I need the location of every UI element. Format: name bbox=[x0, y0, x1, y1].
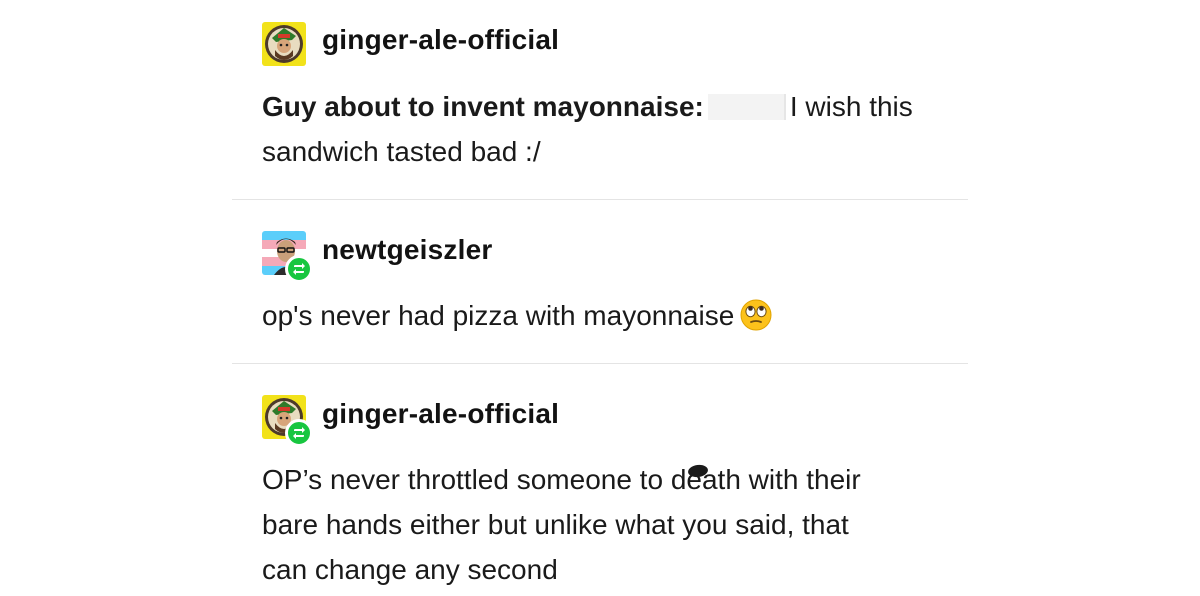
ink-smudge: ea bbox=[686, 457, 717, 502]
post-3: ginger-ale-official OP’s never throttled… bbox=[0, 364, 1200, 596]
face-with-rolling-eyes-icon bbox=[740, 299, 772, 331]
post-2: newtgeiszler op's never had pizza with m… bbox=[0, 200, 1200, 363]
post-body-text: I wish this bbox=[789, 91, 913, 122]
post-body-line-1: OP’s never throttled someone to death wi… bbox=[262, 457, 962, 502]
redacted-blank bbox=[707, 94, 786, 120]
post-body: op's never had pizza with mayonnaise bbox=[262, 293, 962, 338]
reblog-icon bbox=[285, 419, 313, 447]
reblog-icon bbox=[285, 255, 313, 283]
post-body: Guy about to invent mayonnaise: I wish th… bbox=[262, 84, 962, 174]
post-body-text: op's never had pizza with mayonnaise bbox=[262, 300, 735, 331]
post-body-line-2: sandwich tasted bad :/ bbox=[262, 136, 541, 167]
post-username[interactable]: newtgeiszler bbox=[322, 234, 492, 266]
post-body-line-1: Guy about to invent mayonnaise: I wish th… bbox=[262, 84, 962, 129]
post-body-line-3: can change any second bbox=[262, 554, 558, 585]
post-body-text: OP’s never throttled someone to d bbox=[262, 464, 687, 495]
post-body: OP’s never throttled someone to death wi… bbox=[262, 457, 962, 592]
post-username[interactable]: ginger-ale-official bbox=[322, 398, 559, 430]
post-body-line-2: bare hands either but unlike what you sa… bbox=[262, 509, 849, 540]
post-body-text: th with their bbox=[717, 464, 861, 495]
post-1: ginger-ale-official Guy about to invent … bbox=[0, 0, 1200, 199]
post-username[interactable]: ginger-ale-official bbox=[322, 24, 559, 56]
post-body-bold-text: Guy about to invent mayonnaise: bbox=[262, 91, 704, 122]
ginger-ale-avatar-icon[interactable] bbox=[262, 22, 306, 66]
